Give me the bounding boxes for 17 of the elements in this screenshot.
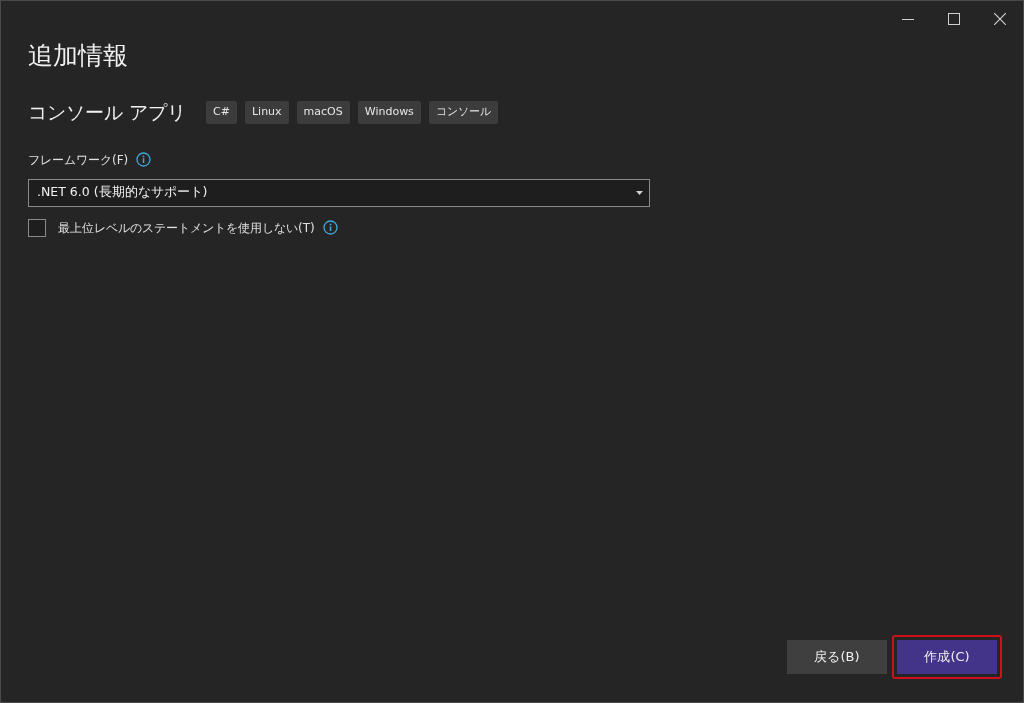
dialog-title: 追加情報 (28, 41, 129, 71)
tag: Linux (244, 101, 289, 124)
dropdown-arrow-icon (636, 190, 643, 195)
tag: macOS (296, 101, 350, 124)
project-type-title: コンソール アプリ (28, 100, 187, 125)
framework-label: フレームワーク(F) (28, 151, 129, 169)
close-icon (994, 13, 1006, 25)
maximize-icon (948, 13, 960, 25)
create-button[interactable]: 作成(C) (892, 635, 1002, 679)
tag: C# (206, 101, 237, 124)
checkbox-label: 最上位レベルのステートメントを使用しない(T) (58, 219, 315, 237)
framework-dropdown[interactable]: .NET 6.0 (長期的なサポート) (28, 178, 650, 207)
info-icon (322, 220, 338, 235)
checkbox[interactable] (28, 218, 46, 237)
info-icon (136, 152, 152, 167)
tag: Windows (357, 101, 421, 124)
tag: コンソール (428, 101, 498, 124)
